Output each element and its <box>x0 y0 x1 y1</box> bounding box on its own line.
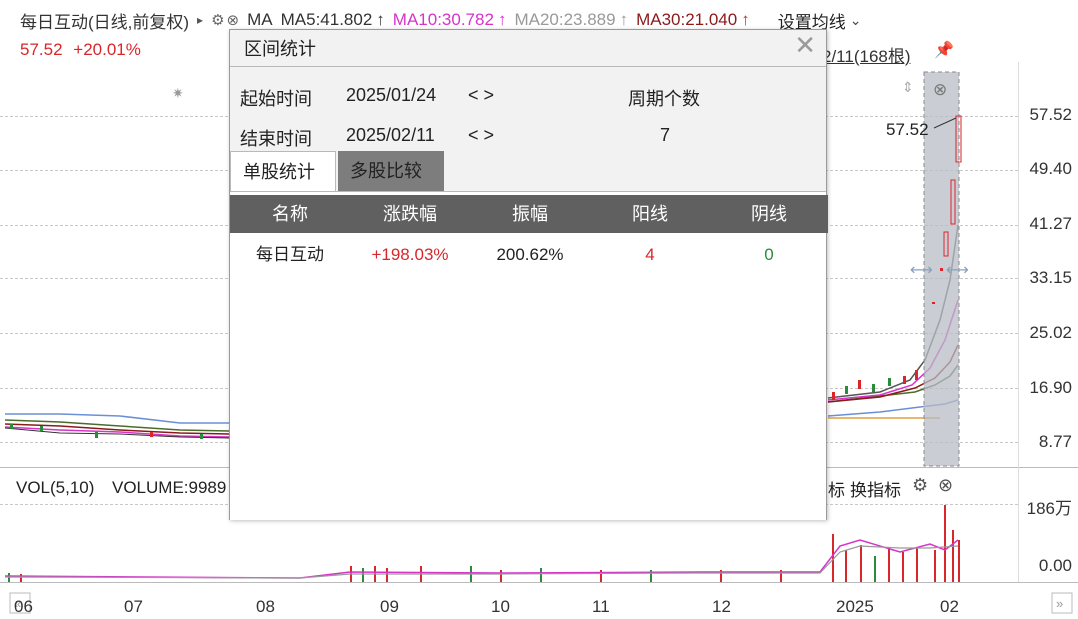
x-tick: 08 <box>256 597 275 616</box>
x-tick: 12 <box>712 597 731 616</box>
cell-change: +198.03% <box>371 245 449 264</box>
ma-line <box>4 426 230 438</box>
end-time-label: 结束时间 <box>240 129 312 149</box>
start-time-value: 2025/01/24 <box>346 85 437 105</box>
expand-icon[interactable]: ⇕ <box>902 79 914 95</box>
x-tick: 02 <box>940 597 959 616</box>
vol-ma-line <box>4 539 959 579</box>
x-tick: 10 <box>491 597 510 616</box>
table-header: 名称 涨跌幅 振幅 阳线 阴线 <box>230 195 828 233</box>
candle <box>95 432 98 438</box>
table-row[interactable]: 每日互动 +198.03% 200.62% 4 0 <box>230 236 828 274</box>
x-tick: 2025 <box>836 597 874 616</box>
cell-amplitude: 200.62% <box>496 245 564 264</box>
x-tick: 09 <box>380 597 399 616</box>
cell-down-count: 0 <box>764 245 774 264</box>
volume-tick: 186万 <box>1026 499 1072 518</box>
switch-indicator-button[interactable]: 换指标 <box>850 476 901 501</box>
column-header: 振幅 <box>512 204 548 224</box>
resize-right-icon[interactable]: ⟷ <box>946 262 969 279</box>
volume-label: VOL(5,10) <box>16 478 95 497</box>
volume-value: VOLUME:9989 <box>112 478 227 497</box>
column-header: 阳线 <box>632 204 668 224</box>
candle <box>940 268 943 271</box>
price-annotation: 57.52 <box>886 120 929 139</box>
candle <box>200 434 203 439</box>
range-section: 起始时间 2025/01/24 < > 周期个数 结束时间 2025/02/11… <box>230 67 826 150</box>
dialog-title: 区间统计 <box>244 39 316 59</box>
sun-icon: ✷ <box>172 85 184 101</box>
period-count-label: 周期个数 <box>628 89 700 109</box>
candle <box>40 426 43 431</box>
end-time-value: 2025/02/11 <box>346 125 435 145</box>
dialog-body: 起始时间 2025/01/24 < > 周期个数 结束时间 2025/02/11… <box>230 66 826 520</box>
resize-left-icon[interactable]: ⟷ <box>910 262 933 279</box>
period-count-value: 7 <box>660 125 671 145</box>
candle <box>888 378 891 386</box>
x-tick: 07 <box>124 597 143 616</box>
close-circle-icon[interactable]: ⊗ <box>933 80 947 99</box>
x-tick: 11 <box>592 597 610 616</box>
gear-icon[interactable]: ⚙ <box>912 475 928 496</box>
end-time-nav[interactable]: < > <box>468 125 494 146</box>
candle <box>150 432 153 437</box>
indicator-label[interactable]: 标 <box>828 476 845 501</box>
start-time-label: 起始时间 <box>240 89 312 109</box>
candle <box>845 386 848 394</box>
candle <box>915 370 918 380</box>
close-icon[interactable]: ✕ <box>794 32 816 58</box>
candle <box>903 376 906 384</box>
start-time-nav[interactable]: < > <box>468 85 494 106</box>
interval-stats-dialog[interactable]: 区间统计 ✕ 起始时间 2025/01/24 < > 周期个数 结束时间 202… <box>229 29 828 520</box>
column-header: 名称 <box>272 204 308 224</box>
candle <box>10 424 13 429</box>
candle <box>932 302 935 304</box>
candle <box>832 392 835 400</box>
candle <box>858 380 861 389</box>
candle <box>872 384 875 392</box>
close-circle-icon[interactable]: ⊗ <box>938 475 953 496</box>
volume-tick: 0.00 <box>1038 556 1072 575</box>
column-header: 阴线 <box>751 204 787 224</box>
x-tick: 06 <box>14 597 33 616</box>
tab-multi-compare[interactable]: 多股比较 <box>338 151 444 191</box>
column-header: 涨跌幅 <box>383 204 437 224</box>
tab-single-stock[interactable]: 单股统计 <box>230 151 336 191</box>
cell-up-count: 4 <box>645 245 655 264</box>
double-right-icon[interactable]: » <box>1056 596 1063 611</box>
cell-name: 每日互动 <box>256 245 324 264</box>
